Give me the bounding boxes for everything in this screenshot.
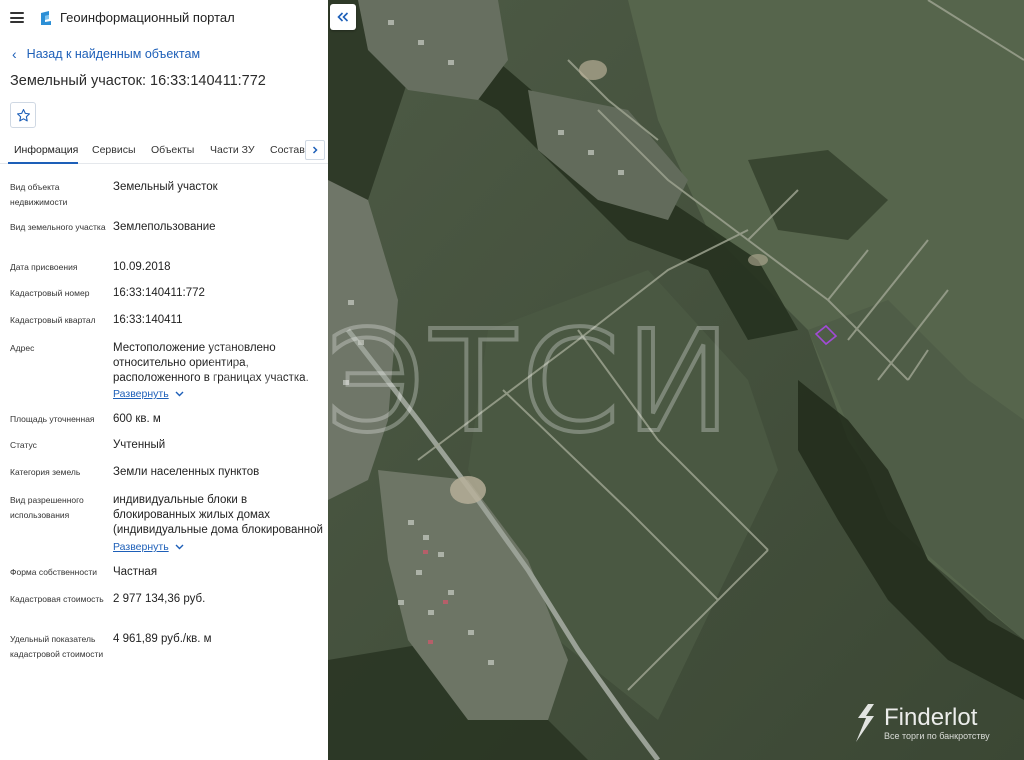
field-value: 2 977 134,36 руб. <box>113 593 206 605</box>
field-value: Частная <box>113 566 158 578</box>
finderlot-logo: Finderlot Все торги по банкротству <box>852 702 990 744</box>
portal-logo-icon <box>41 11 51 25</box>
field-value: 16:33:140411:772 <box>113 287 205 299</box>
field-value: Учтенный <box>113 439 166 451</box>
portal-title: Геоинформационный портал <box>60 10 235 25</box>
field-value: 600 кв. м <box>113 413 161 425</box>
field-value: Местоположение установлено относительно … <box>113 342 309 384</box>
tab-info[interactable]: Информация <box>14 144 78 156</box>
field-value: Земельный участок <box>113 181 218 193</box>
field-label: Кадастровый номер <box>10 288 90 298</box>
active-tab-indicator <box>8 162 78 164</box>
chevron-down-icon <box>175 544 184 550</box>
field-label: Адрес <box>10 343 35 353</box>
chevron-right-icon <box>312 146 318 154</box>
page-title: Земельный участок: 16:33:140411:772 <box>10 73 266 89</box>
back-to-results-link[interactable]: ‹ Назад к найденным объектам <box>12 47 200 61</box>
field-label: Кадастровый квартал <box>10 315 96 325</box>
field-label: Вид земельного участка <box>10 222 106 232</box>
expand-label: Развернуть <box>113 541 169 553</box>
field-value: 16:33:140411 <box>113 314 183 326</box>
field-value: Земли населенных пунктов <box>113 466 260 478</box>
field-label: Дата присвоения <box>10 262 78 272</box>
field-value: индивидуальные блоки в блокированных жил… <box>113 494 323 536</box>
field-label: Категория земель <box>10 467 81 477</box>
tab-parts[interactable]: Части ЗУ <box>210 144 255 156</box>
expand-permitted-use-link[interactable]: Развернуть <box>113 541 184 553</box>
field-label: Статус <box>10 440 37 450</box>
map-imagery <box>328 0 1024 760</box>
brand-tagline: Все торги по банкротству <box>884 731 990 741</box>
field-label: Кадастровая стоимость <box>10 594 104 604</box>
expand-address-link[interactable]: Развернуть <box>113 388 184 400</box>
tabs-scroll-right-button[interactable] <box>305 140 325 160</box>
top-bar: Геоинформационный портал <box>0 0 328 36</box>
brand-name: Finderlot <box>884 704 978 731</box>
back-link-label: Назад к найденным объектам <box>26 47 201 61</box>
tab-objects[interactable]: Объекты <box>151 144 194 156</box>
info-panel: Геоинформационный портал ‹ Назад к найде… <box>0 0 328 760</box>
tab-services[interactable]: Сервисы <box>92 144 136 156</box>
chevron-down-icon <box>175 391 184 397</box>
star-icon <box>16 108 30 121</box>
satellite-map[interactable] <box>328 0 1024 760</box>
field-label: Площадь уточненная <box>10 414 95 424</box>
chevron-left-icon: ‹ <box>12 46 17 62</box>
field-value: 4 961,89 руб./кв. м <box>113 633 212 645</box>
field-value: 10.09.2018 <box>113 261 171 273</box>
tab-bar: Информация Сервисы Объекты Части ЗУ Сост… <box>0 138 328 164</box>
finderlot-mark-icon <box>856 704 874 742</box>
field-label: Форма собственности <box>10 567 97 577</box>
tab-composition[interactable]: Состав <box>270 144 305 156</box>
double-chevron-left-icon <box>337 12 349 22</box>
field-label: Вид разрешенного использования <box>10 495 84 520</box>
field-label: Удельный показатель кадастровой стоимост… <box>10 634 104 659</box>
menu-icon[interactable] <box>10 12 24 23</box>
expand-label: Развернуть <box>113 388 169 400</box>
favorite-button[interactable] <box>10 102 36 128</box>
field-label: Вид объекта недвижимости <box>10 182 68 207</box>
collapse-panel-button[interactable] <box>330 4 356 30</box>
field-value: Землепользование <box>113 221 216 233</box>
